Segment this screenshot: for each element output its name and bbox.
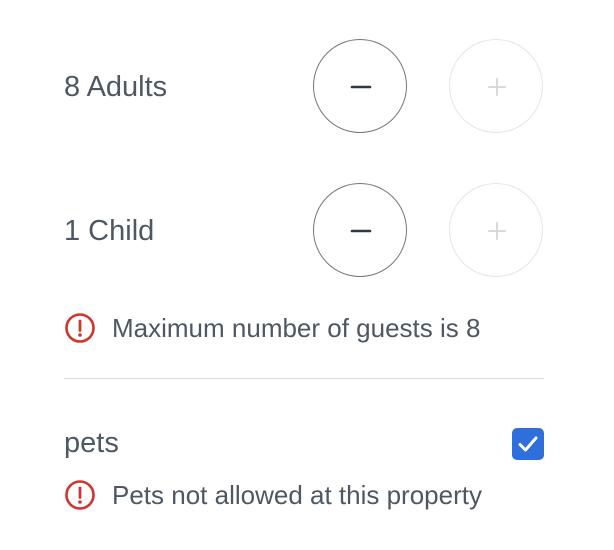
- pets-error-text: Pets not allowed at this property: [112, 480, 482, 510]
- children-count-label: 1 Child: [64, 215, 155, 247]
- plus-icon: [488, 78, 506, 96]
- checkmark-icon: [518, 436, 538, 452]
- max-guests-error-text: Maximum number of guests is 8: [112, 313, 481, 343]
- adults-decrement-button[interactable]: [313, 39, 407, 133]
- pets-error: Pets not allowed at this property: [64, 479, 482, 511]
- max-guests-error: Maximum number of guests is 8: [64, 312, 480, 344]
- pets-checkbox[interactable]: [512, 428, 544, 460]
- children-decrement-button[interactable]: [313, 183, 407, 277]
- adults-count-label: 8 Adults: [64, 71, 168, 103]
- pets-label: pets: [64, 427, 119, 459]
- adults-increment-button[interactable]: [449, 39, 543, 133]
- children-increment-button[interactable]: [449, 183, 543, 277]
- alert-circle-icon: [65, 313, 95, 343]
- plus-icon: [488, 222, 506, 240]
- section-divider: [64, 378, 544, 379]
- alert-circle-icon: [65, 480, 95, 510]
- minus-icon: [350, 229, 372, 233]
- minus-icon: [350, 85, 372, 89]
